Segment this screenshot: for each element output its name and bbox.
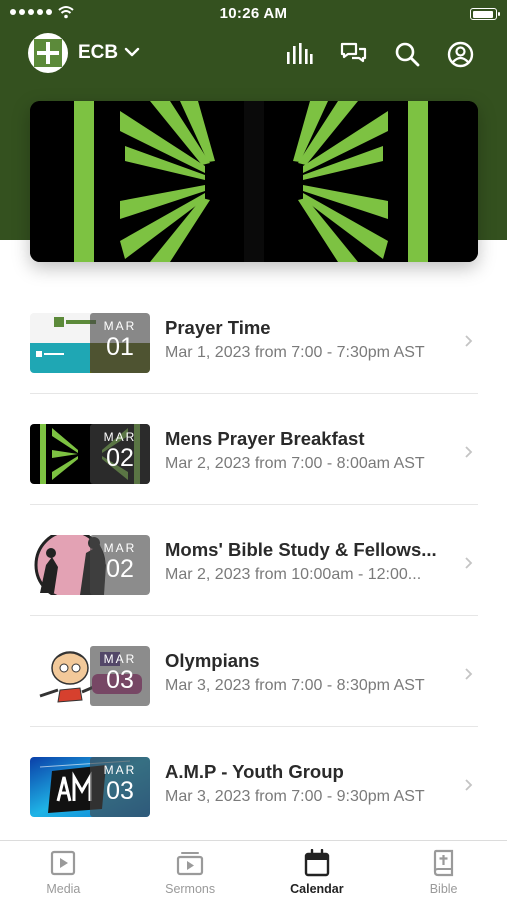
- tab-label: Sermons: [165, 882, 216, 896]
- audio-bars-icon[interactable]: [284, 39, 314, 69]
- event-row[interactable]: MAR 03 A.M.P - Youth Group Mar 3, 2023 f…: [30, 727, 478, 838]
- tab-sermons[interactable]: Sermons: [127, 841, 254, 900]
- tab-calendar[interactable]: Calendar: [254, 841, 381, 900]
- tab-label: Media: [46, 882, 81, 896]
- chevron-right-icon: [465, 557, 473, 569]
- date-month: MAR: [103, 430, 137, 444]
- play-square-icon: [0, 849, 127, 877]
- chat-icon[interactable]: [338, 39, 368, 69]
- tab-label: Bible: [429, 882, 458, 896]
- green-rays-artwork: [30, 101, 478, 262]
- date-badge: MAR 03: [90, 757, 150, 817]
- tab-label: Calendar: [290, 882, 344, 896]
- event-thumbnail: MAR 02: [30, 424, 150, 484]
- date-day: 03: [106, 666, 134, 694]
- event-row[interactable]: MAR 02 Moms' Bible Study & Fellows... Ma…: [30, 505, 478, 616]
- date-badge: MAR 02: [90, 535, 150, 595]
- bible-icon: [380, 849, 507, 877]
- event-thumbnail: MAR 02: [30, 535, 150, 595]
- chevron-right-icon: [465, 335, 473, 347]
- event-datetime: Mar 2, 2023 from 7:00 - 8:00am AST: [165, 455, 425, 472]
- status-time: 10:26 AM: [219, 5, 288, 22]
- event-datetime: Mar 3, 2023 from 7:00 - 8:30pm AST: [165, 677, 425, 694]
- tab-bible[interactable]: Bible: [380, 841, 507, 900]
- date-day: 02: [106, 444, 134, 472]
- date-day: 02: [106, 555, 134, 583]
- calendar-icon: [254, 849, 381, 877]
- church-logo[interactable]: [28, 33, 68, 73]
- tab-media[interactable]: Media: [0, 841, 127, 900]
- event-thumbnail: MAR 03: [30, 757, 150, 817]
- tab-bar: Media Sermons Calendar Bible: [0, 840, 507, 900]
- event-title: Olympians: [165, 650, 260, 671]
- date-badge: MAR 02: [90, 424, 150, 484]
- search-icon[interactable]: [392, 39, 422, 69]
- date-month: MAR: [103, 763, 137, 777]
- date-month: MAR: [103, 541, 137, 555]
- event-thumbnail: MAR 03: [30, 646, 150, 706]
- event-datetime: Mar 2, 2023 from 10:00am - 12:00...: [165, 566, 422, 583]
- event-row[interactable]: MAR 03 Olympians Mar 3, 2023 from 7:00 -…: [30, 616, 478, 727]
- event-datetime: Mar 1, 2023 from 7:00 - 7:30pm AST: [165, 344, 425, 361]
- status-bar: 10:26 AM: [0, 0, 507, 28]
- date-month: MAR: [103, 652, 137, 666]
- video-library-icon: [127, 849, 254, 877]
- battery-icon: [470, 8, 500, 20]
- app-header: ECB: [0, 30, 507, 76]
- chevron-right-icon: [465, 668, 473, 680]
- date-badge: MAR 03: [90, 646, 150, 706]
- featured-banner[interactable]: [30, 101, 478, 262]
- event-title: Moms' Bible Study & Fellows...: [165, 539, 437, 560]
- event-thumbnail: MAR 01: [30, 313, 150, 373]
- event-title: Mens Prayer Breakfast: [165, 428, 365, 449]
- event-title: A.M.P - Youth Group: [165, 761, 344, 782]
- date-day: 03: [106, 777, 134, 805]
- date-badge: MAR 01: [90, 313, 150, 373]
- event-list: MAR 01 Prayer Time Mar 1, 2023 from 7:00…: [30, 283, 478, 838]
- event-row[interactable]: MAR 01 Prayer Time Mar 1, 2023 from 7:00…: [30, 283, 478, 394]
- chevron-right-icon: [465, 446, 473, 458]
- event-row[interactable]: MAR 02 Mens Prayer Breakfast Mar 2, 2023…: [30, 394, 478, 505]
- date-month: MAR: [103, 319, 137, 333]
- church-name[interactable]: ECB: [78, 42, 118, 64]
- chevron-down-icon[interactable]: [124, 42, 140, 62]
- profile-icon[interactable]: [445, 39, 475, 69]
- chevron-right-icon: [465, 779, 473, 791]
- date-day: 01: [106, 333, 134, 361]
- event-title: Prayer Time: [165, 317, 271, 338]
- event-datetime: Mar 3, 2023 from 7:00 - 9:30pm AST: [165, 788, 425, 805]
